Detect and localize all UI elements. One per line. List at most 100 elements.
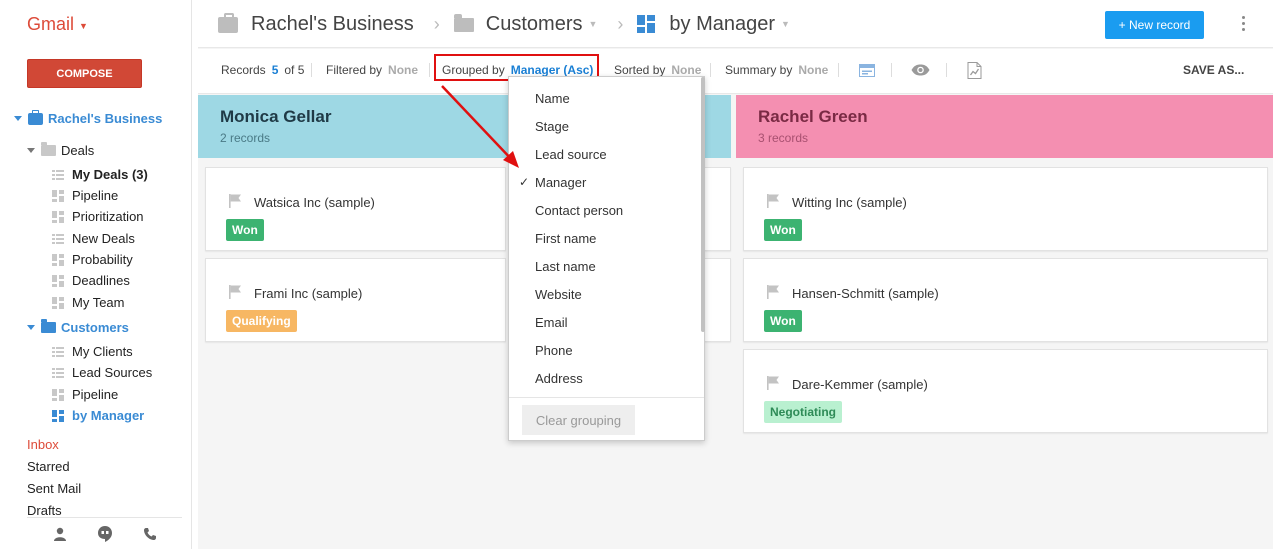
menu-item-manager[interactable]: ✓ Manager <box>509 168 699 196</box>
board-icon <box>52 210 64 223</box>
sort-value: None <box>671 63 702 77</box>
flag-icon[interactable] <box>228 194 242 213</box>
eye-icon[interactable] <box>911 49 930 91</box>
menu-item-lead-source[interactable]: Lead source <box>509 140 699 168</box>
record-card-edge <box>705 167 731 251</box>
chevron-right-icon: › <box>617 13 624 34</box>
menu-item-last-name[interactable]: Last name <box>509 252 699 280</box>
filter-label: Filtered by <box>326 63 383 77</box>
breadcrumb-customers[interactable]: Customers <box>486 13 583 36</box>
stage-badge: Qualifying <box>226 310 297 332</box>
expand-icon[interactable] <box>14 116 22 121</box>
breadcrumb-business[interactable]: Rachel's Business <box>251 13 414 36</box>
expand-icon[interactable] <box>27 325 35 330</box>
sidebar-item-deadlines[interactable]: Deadlines <box>52 273 130 288</box>
sidebar-item-rachels-business[interactable]: Rachel's Business <box>14 109 162 126</box>
flag-icon[interactable] <box>766 376 780 395</box>
record-card-edge <box>705 258 731 342</box>
sidebar-item-new-deals[interactable]: New Deals <box>52 231 135 246</box>
breadcrumb-view[interactable]: by Manager <box>669 13 775 36</box>
toolbar-divider <box>946 63 947 77</box>
menu-item-first-name[interactable]: First name <box>509 224 699 252</box>
menu-item-website[interactable]: Website <box>509 280 699 308</box>
phone-icon[interactable] <box>143 527 157 541</box>
sidebar-item-label: Inbox <box>27 437 59 452</box>
menu-scrollbar[interactable] <box>701 77 705 332</box>
record-card[interactable]: Hansen-Schmitt (sample) Won <box>743 258 1268 342</box>
sidebar-item-label: My Team <box>72 295 125 310</box>
gmail-logo[interactable]: Gmail ▼ <box>27 14 88 35</box>
briefcase-icon <box>28 109 43 125</box>
folder-icon <box>41 142 56 156</box>
flag-icon[interactable] <box>766 194 780 213</box>
new-record-button[interactable]: + New record <box>1105 11 1204 39</box>
sidebar-item-probability[interactable]: Probability <box>52 252 133 267</box>
flag-icon[interactable] <box>228 285 242 304</box>
menu-item-label: Website <box>535 286 582 302</box>
sidebar-item-prioritization[interactable]: Prioritization <box>52 209 144 224</box>
record-card[interactable]: Dare-Kemmer (sample) Negotiating <box>743 349 1268 433</box>
sort-label: Sorted by <box>614 63 666 77</box>
summary-control[interactable]: Summary by None <box>725 49 828 91</box>
main-panel: Rachel's Business › Customers ▼ › by Man… <box>198 0 1273 549</box>
record-card[interactable]: Watsica Inc (sample) Won <box>205 167 506 251</box>
sidebar-item-my-clients[interactable]: My Clients <box>52 344 133 359</box>
menu-item-email[interactable]: Email <box>509 308 699 336</box>
toolbar-divider <box>710 63 711 77</box>
sidebar-item-customers[interactable]: Customers <box>27 319 129 335</box>
sidebar-item-label: Starred <box>27 459 70 474</box>
check-icon: ✓ <box>519 175 530 189</box>
board-icon <box>52 189 64 202</box>
card-title: Watsica Inc (sample) <box>254 195 375 210</box>
sidebar-item-label: My Clients <box>72 344 133 359</box>
view-toolbar: Records 5 of 5 Filtered by None Grouped … <box>198 49 1273 94</box>
menu-item-contact-person[interactable]: Contact person <box>509 196 699 224</box>
records-count: Records 5 of 5 <box>221 49 304 91</box>
summary-value: None <box>798 63 829 77</box>
sidebar-item-my-team[interactable]: My Team <box>52 295 125 310</box>
hangouts-icon[interactable] <box>97 525 112 542</box>
menu-item-address[interactable]: Address <box>509 364 699 392</box>
record-card[interactable]: Frami Inc (sample) Qualifying <box>205 258 506 342</box>
report-icon[interactable] <box>967 49 982 91</box>
sidebar-bottom-bar <box>27 517 182 549</box>
group-by-menu: Name Stage Lead source ✓ Manager Contact… <box>508 76 705 441</box>
sidebar-item-label: by Manager <box>72 408 145 423</box>
sidebar-item-drafts[interactable]: Drafts <box>27 503 62 518</box>
chevron-down-icon[interactable]: ▼ <box>781 19 790 29</box>
compose-button[interactable]: COMPOSE <box>27 59 142 88</box>
flag-icon[interactable] <box>766 285 780 304</box>
sidebar-item-pipeline[interactable]: Pipeline <box>52 188 118 203</box>
menu-item-phone[interactable]: Phone <box>509 336 699 364</box>
filter-control[interactable]: Filtered by None <box>326 49 418 91</box>
summary-label: Summary by <box>725 63 793 77</box>
sidebar-item-customers-pipeline[interactable]: Pipeline <box>52 387 118 402</box>
expand-icon[interactable] <box>27 148 35 153</box>
person-icon[interactable] <box>53 527 67 541</box>
sidebar-item-lead-sources[interactable]: Lead Sources <box>52 365 152 380</box>
sidebar-item-label: Pipeline <box>72 387 119 402</box>
save-as-button[interactable]: SAVE AS... <box>1183 49 1244 91</box>
menu-item-name[interactable]: Name <box>509 84 699 112</box>
record-card[interactable]: Witting Inc (sample) Won <box>743 167 1268 251</box>
records-label: Records <box>221 63 266 77</box>
toolbar-divider <box>838 63 839 77</box>
sidebar-item-my-deals[interactable]: My Deals (3) <box>52 167 148 182</box>
board-icon <box>52 274 64 287</box>
sidebar-item-label: Pipeline <box>72 188 119 203</box>
list-icon <box>52 367 64 378</box>
sidebar-item-label: Deadlines <box>72 273 130 288</box>
sidebar-item-sent-mail[interactable]: Sent Mail <box>27 481 81 496</box>
list-icon <box>52 346 64 357</box>
sidebar-item-by-manager[interactable]: by Manager <box>52 408 144 423</box>
menu-item-stage[interactable]: Stage <box>509 112 699 140</box>
sidebar-item-starred[interactable]: Starred <box>27 459 70 474</box>
clear-grouping-button[interactable]: Clear grouping <box>522 405 635 435</box>
board-icon <box>52 388 64 401</box>
chevron-down-icon[interactable]: ▼ <box>589 19 598 29</box>
sidebar-item-deals[interactable]: Deals <box>27 142 94 158</box>
stage-badge: Won <box>764 219 802 241</box>
sidebar-item-inbox[interactable]: Inbox <box>27 437 59 452</box>
card-layout-icon[interactable] <box>859 49 875 91</box>
more-menu-icon[interactable] <box>1238 16 1248 34</box>
